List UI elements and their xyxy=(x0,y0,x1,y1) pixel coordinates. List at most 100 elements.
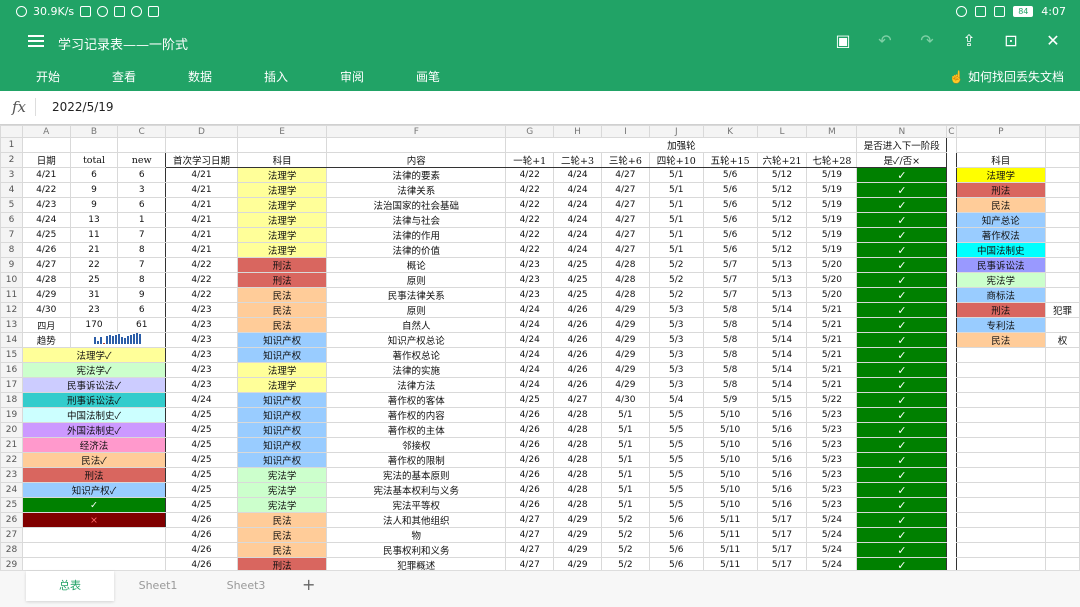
column-header[interactable]: P xyxy=(955,125,1047,138)
review-date-cell[interactable]: 5/23 xyxy=(806,407,858,423)
review-date-cell[interactable]: 5/21 xyxy=(806,332,858,348)
cell[interactable] xyxy=(955,407,1047,423)
review-date-cell[interactable]: 5/20 xyxy=(806,257,858,273)
first-date-cell[interactable]: 4/25 xyxy=(165,452,238,468)
check-cell[interactable]: ✓ xyxy=(856,512,948,528)
review-date-cell[interactable]: 4/27 xyxy=(505,512,555,528)
review-date-cell[interactable]: 4/28 xyxy=(553,482,602,498)
cell[interactable] xyxy=(1045,497,1080,513)
check-cell[interactable]: ✓ xyxy=(856,362,948,378)
sheet-table[interactable]: A B C D E F G H I J K L M N C P 1 加强轮 是否进入下一阶段 2 日期 total new 首… xyxy=(0,125,1080,570)
review-date-cell[interactable]: 5/1 xyxy=(600,467,650,483)
check-cell[interactable]: ✓ xyxy=(856,497,948,513)
row-header[interactable]: 29 xyxy=(0,557,23,570)
review-date-cell[interactable]: 5/16 xyxy=(756,467,808,483)
review-date-cell[interactable]: 5/16 xyxy=(756,407,808,423)
review-date-cell[interactable]: 4/28 xyxy=(553,407,602,423)
spacer-cell[interactable] xyxy=(946,362,957,378)
first-date-cell[interactable]: 4/23 xyxy=(165,332,238,348)
review-date-cell[interactable]: 4/28 xyxy=(600,257,650,273)
cell[interactable] xyxy=(955,527,1047,543)
column-header[interactable]: J xyxy=(648,125,704,138)
review-date-cell[interactable]: 5/5 xyxy=(648,422,704,438)
p-extra-cell[interactable] xyxy=(1045,242,1080,258)
review-date-cell[interactable]: 5/1 xyxy=(648,197,704,213)
review-date-cell[interactable]: 5/14 xyxy=(756,317,808,333)
cell[interactable] xyxy=(1045,137,1080,153)
review-date-cell[interactable]: 4/27 xyxy=(553,392,602,408)
column-header[interactable]: F xyxy=(326,125,507,138)
check-cell[interactable]: ✓ xyxy=(856,287,948,303)
review-date-cell[interactable]: 4/24 xyxy=(505,317,555,333)
review-date-cell[interactable]: 5/6 xyxy=(648,542,704,558)
review-date-cell[interactable]: 5/5 xyxy=(648,407,704,423)
new-cell[interactable]: 8 xyxy=(117,272,167,288)
header-first_date[interactable]: 首次学习日期 xyxy=(165,152,238,168)
subject-cell[interactable]: 法理学 xyxy=(236,167,328,183)
spacer-cell[interactable] xyxy=(946,512,957,528)
check-cell[interactable]: ✓ xyxy=(856,377,948,393)
check-cell[interactable]: ✓ xyxy=(856,407,948,423)
p-extra-cell[interactable] xyxy=(1045,167,1080,183)
review-date-cell[interactable]: 5/19 xyxy=(806,182,858,198)
content-cell[interactable]: 民事权利和义务 xyxy=(326,542,507,558)
subject-cell[interactable]: 民法 xyxy=(236,317,328,333)
review-date-cell[interactable]: 4/23 xyxy=(505,272,555,288)
check-cell[interactable]: ✓ xyxy=(856,422,948,438)
review-date-cell[interactable]: 4/24 xyxy=(553,242,602,258)
spacer-cell[interactable] xyxy=(946,482,957,498)
review-date-cell[interactable]: 4/27 xyxy=(600,197,650,213)
content-cell[interactable]: 法律的价值 xyxy=(326,242,507,258)
tab-start[interactable]: 开始 xyxy=(36,68,60,85)
subject-cell[interactable]: 法理学 xyxy=(236,197,328,213)
row-header[interactable]: 22 xyxy=(0,452,23,468)
content-cell[interactable]: 宪法的基本原则 xyxy=(326,467,507,483)
content-cell[interactable]: 法律方法 xyxy=(326,377,507,393)
spacer-cell[interactable] xyxy=(946,317,957,333)
spacer-cell[interactable] xyxy=(946,182,957,198)
review-date-cell[interactable]: 5/24 xyxy=(806,557,858,570)
cell[interactable] xyxy=(955,347,1047,363)
review-date-cell[interactable]: 5/1 xyxy=(648,167,704,183)
spacer-cell[interactable] xyxy=(946,392,957,408)
subject-cell[interactable]: 宪法学 xyxy=(236,497,328,513)
review-date-cell[interactable]: 5/10 xyxy=(702,497,758,513)
row-header[interactable]: 5 xyxy=(0,197,23,213)
review-date-cell[interactable]: 5/6 xyxy=(702,242,758,258)
date-cell[interactable]: 4/23 xyxy=(21,197,71,213)
p-subject-cell[interactable]: 知产总论 xyxy=(955,212,1047,228)
review-date-cell[interactable]: 5/12 xyxy=(756,197,808,213)
review-date-cell[interactable]: 5/8 xyxy=(702,362,758,378)
content-cell[interactable]: 原则 xyxy=(326,272,507,288)
review-date-cell[interactable]: 5/23 xyxy=(806,482,858,498)
p-extra-cell[interactable]: 犯罪 xyxy=(1045,302,1080,318)
review-date-cell[interactable]: 5/12 xyxy=(756,182,808,198)
legend-cell[interactable]: 法理学✓ xyxy=(21,347,167,363)
cell[interactable] xyxy=(21,557,167,570)
first-date-cell[interactable]: 4/25 xyxy=(165,482,238,498)
review-date-cell[interactable]: 5/19 xyxy=(806,242,858,258)
content-cell[interactable]: 著作权的客体 xyxy=(326,392,507,408)
total-cell[interactable]: 6 xyxy=(69,167,119,183)
review-date-cell[interactable]: 5/3 xyxy=(648,332,704,348)
content-cell[interactable]: 著作权的主体 xyxy=(326,422,507,438)
review-date-cell[interactable]: 5/14 xyxy=(756,332,808,348)
check-cell[interactable]: ✓ xyxy=(856,317,948,333)
review-date-cell[interactable]: 5/15 xyxy=(756,392,808,408)
first-date-cell[interactable]: 4/23 xyxy=(165,347,238,363)
column-header[interactable]: K xyxy=(702,125,758,138)
content-cell[interactable]: 民事法律关系 xyxy=(326,287,507,303)
first-date-cell[interactable]: 4/25 xyxy=(165,467,238,483)
review-date-cell[interactable]: 5/20 xyxy=(806,287,858,303)
p-subject-cell[interactable]: 商标法 xyxy=(955,287,1047,303)
row-header[interactable]: 25 xyxy=(0,497,23,513)
fullscreen-icon[interactable]: ⊡ xyxy=(1002,32,1020,50)
p-subject-cell[interactable]: 著作权法 xyxy=(955,227,1047,243)
sparkline-cell[interactable] xyxy=(69,332,167,348)
review-date-cell[interactable]: 4/24 xyxy=(553,212,602,228)
review-date-cell[interactable]: 5/17 xyxy=(756,542,808,558)
review-date-cell[interactable]: 4/26 xyxy=(505,422,555,438)
p-subject-cell[interactable]: 宪法学 xyxy=(955,272,1047,288)
row-header[interactable]: 21 xyxy=(0,437,23,453)
p-extra-cell[interactable] xyxy=(1045,182,1080,198)
